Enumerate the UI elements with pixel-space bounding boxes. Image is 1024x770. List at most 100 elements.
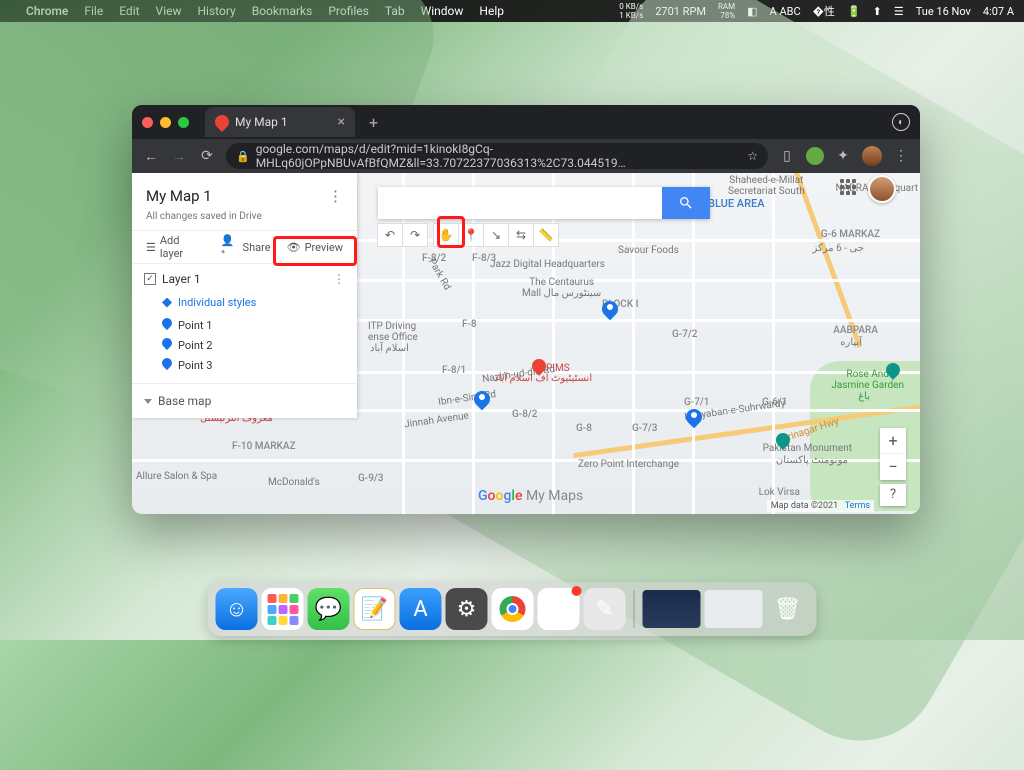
star-icon[interactable]: ☆ [747,149,758,163]
label-centaurus: The Centaurus Mall سینٹورس مال [522,277,601,299]
nav-reload[interactable]: ⟳ [198,148,216,164]
preview-button[interactable]: 👁 Preview [281,241,349,254]
menubar-date[interactable]: Tue 16 Nov [916,5,971,18]
dock-launchpad[interactable] [262,588,304,630]
pin-icon [162,358,172,372]
basemap-toggle[interactable]: Base map [132,383,357,418]
label-savour: Savour Foods [618,245,679,256]
layer-menu-icon[interactable]: ⋮ [333,272,345,286]
search-input[interactable] [378,187,662,219]
terms-link[interactable]: Terms [845,501,870,511]
address-bar: ← → ⟳ 🔒 google.com/maps/d/edit?mid=1kino… [132,139,920,173]
zoom-out-button[interactable]: − [880,454,906,480]
dock-notes[interactable]: 📝 [354,588,396,630]
layers-panel: My Map 1 ⋮ All changes saved in Drive ☰ … [132,173,357,418]
add-marker-tool[interactable]: 📍 [458,223,484,247]
pin-icon [162,318,172,332]
chrome-menu[interactable]: ⋮ [892,148,910,164]
wifi-icon[interactable]: ⬆ [873,5,882,18]
list-item[interactable]: Point 2 [162,335,345,355]
paint-icon [162,298,172,308]
share-button[interactable]: 👤⁺ Share [215,234,277,260]
share-icon: 👤⁺ [221,234,239,260]
help-button[interactable]: ? [880,484,906,506]
undo-button[interactable]: ↶ [377,223,403,247]
macos-dock: ☺ 💬 📝 A ⚙ # ✎ 🗑 [208,582,817,636]
zoom-controls: + − [880,428,906,480]
label-blue-area: BLUE AREA [708,197,765,210]
dock-slack[interactable]: # [538,588,580,630]
save-status: All changes saved in Drive [146,211,343,222]
layers-icon: ☰ [146,241,156,254]
eye-icon: 👁 [287,241,301,254]
chevron-down-icon [144,399,152,404]
chrome-window: My Map 1 × + ◐ ← → ⟳ 🔒 google.com/maps/d… [132,105,920,514]
user-pin-3[interactable] [686,409,702,431]
label-pak-monument: Pakistan Monument [763,443,852,454]
new-tab-button[interactable]: + [363,113,384,132]
menu-help[interactable]: Help [479,4,504,18]
list-item[interactable]: Point 1 [162,315,345,335]
extension-icon-1[interactable] [806,147,824,165]
list-item[interactable]: Point 3 [162,355,345,375]
map-attribution: Map data ©2021 Terms [767,500,874,512]
layer-name: Layer 1 [162,272,201,286]
add-layer-button[interactable]: ☰ Add layer [140,234,211,260]
menubar-time[interactable]: 4:07 A [983,5,1014,18]
dock-textedit[interactable]: ✎ [584,588,626,630]
dock-messages[interactable]: 💬 [308,588,350,630]
tab-title: My Map 1 [235,115,288,129]
window-zoom[interactable] [178,117,189,128]
google-apps-icon[interactable] [840,179,856,195]
label-shaheed: Shaheed-e-Millat Secretariat South [728,175,805,197]
dock-trash[interactable]: 🗑 [767,588,809,630]
redo-button[interactable]: ↷ [402,223,428,247]
search-button[interactable] [662,187,710,219]
google-account-avatar[interactable] [868,175,896,203]
pan-tool[interactable]: ✋ [433,223,459,247]
tab-strip: My Map 1 × + ◐ [132,105,920,139]
individual-styles-link[interactable]: Individual styles [132,294,357,315]
nav-back[interactable]: ← [142,148,160,165]
draw-line-tool[interactable]: ↘ [483,223,509,247]
map-menu-icon[interactable]: ⋮ [328,187,343,205]
incognito-icon[interactable]: ◐ [892,113,910,131]
map-search [378,187,710,219]
lock-icon: 🔒 [236,150,250,163]
google-logo: Google My Maps [478,488,583,504]
label-aabpara: AABPARA [833,325,878,336]
dock-finder[interactable]: ☺ [216,588,258,630]
profile-avatar[interactable] [862,146,882,166]
control-center-icon[interactable]: ☰ [894,5,904,18]
pin-icon [162,338,172,352]
window-minimize[interactable] [160,117,171,128]
search-icon[interactable]: �性 [813,3,835,19]
label-zero-point: Zero Point Interchange [578,459,679,470]
window-close[interactable] [142,117,153,128]
tab-close-icon[interactable]: × [338,114,345,130]
zoom-in-button[interactable]: + [880,428,906,454]
user-pin-2[interactable] [474,391,490,413]
url-field[interactable]: 🔒 google.com/maps/d/edit?mid=1kinokI8gCq… [226,143,768,169]
directions-tool[interactable]: ⇆ [508,223,534,247]
nav-forward[interactable]: → [170,148,188,165]
dock-minimized-window-2[interactable] [705,590,763,628]
layer-checkbox[interactable]: ✓ [144,273,156,285]
user-pin-1[interactable] [602,301,618,323]
page-content: BLUE AREA Shaheed-e-Millat Secretariat S… [132,173,920,514]
layer-header[interactable]: ✓ Layer 1 ⋮ [132,264,357,294]
reader-icon[interactable]: ▯ [778,148,796,164]
tab-favicon [212,112,232,132]
measure-tool[interactable]: 📏 [533,223,559,247]
extensions-icon[interactable]: ✦ [834,148,852,164]
map-title[interactable]: My Map 1 [146,187,212,205]
battery-icon[interactable]: 🔋 [847,5,861,18]
url-text: google.com/maps/d/edit?mid=1kinokI8gCq-M… [256,143,742,169]
dock-chrome[interactable] [492,588,534,630]
dock-appstore[interactable]: A [400,588,442,630]
dock-minimized-window-1[interactable] [643,590,701,628]
map-toolbar: ↶ ↷ ✋ 📍 ↘ ⇆ 📏 [378,223,559,247]
label-g6-markaz: G-6 MARKAZ [821,229,880,240]
dock-settings[interactable]: ⚙ [446,588,488,630]
browser-tab[interactable]: My Map 1 × [205,107,355,137]
